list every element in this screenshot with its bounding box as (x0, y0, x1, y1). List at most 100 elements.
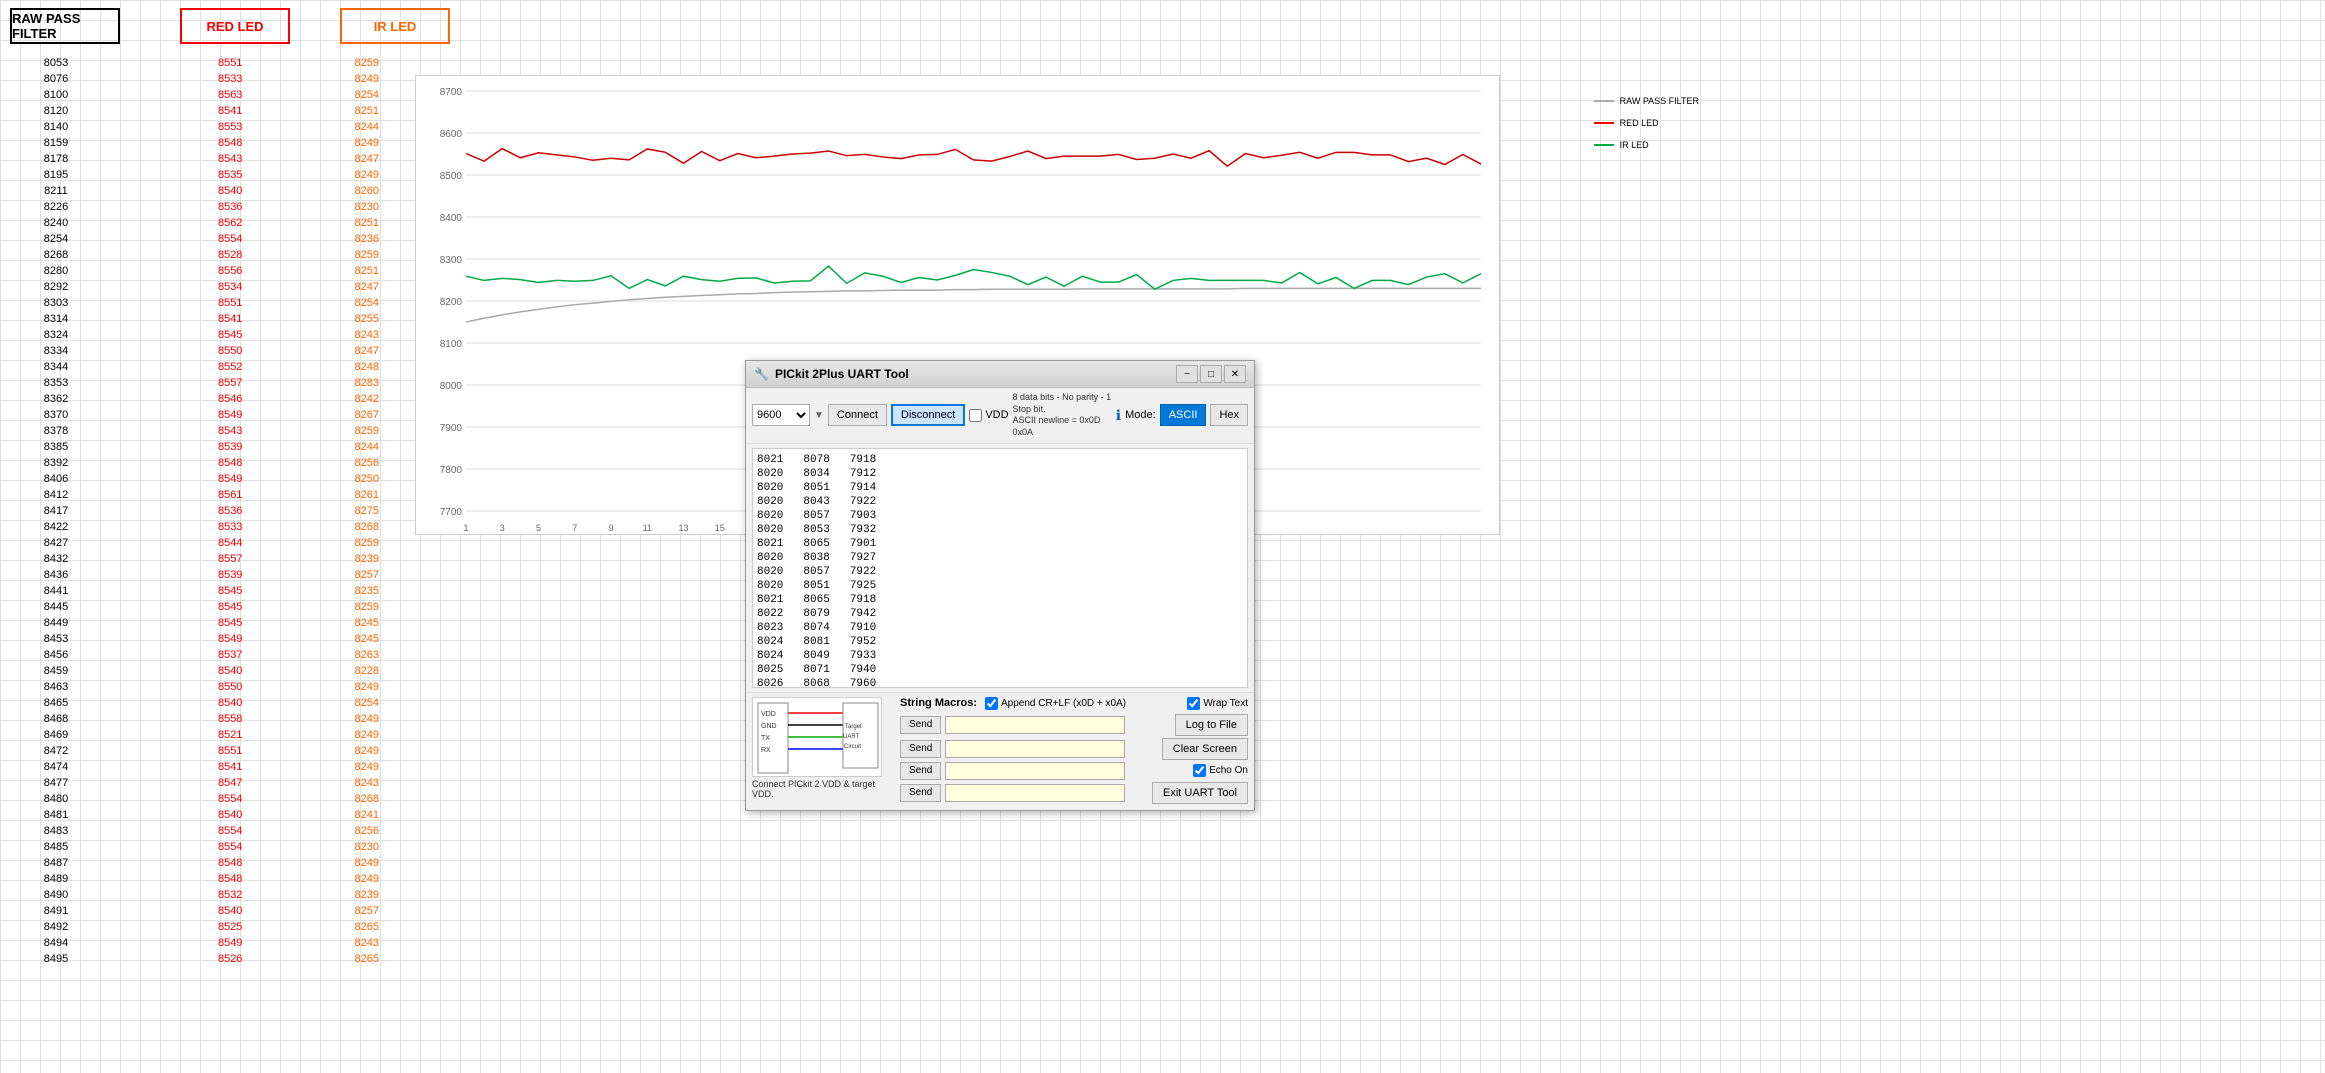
help-icon[interactable]: ℹ (1116, 407, 1121, 424)
list-item: 8537 (167, 647, 294, 663)
list-item: 8551 (167, 295, 294, 311)
list-item: 8020 (757, 481, 783, 495)
list-item: 8469 (0, 727, 112, 743)
svg-text:13: 13 (678, 523, 688, 533)
circuit-svg: VDD GND TX RX Target UART Circuit (753, 698, 883, 778)
svg-text:8600: 8600 (440, 129, 463, 140)
macro-input-1[interactable] (945, 716, 1125, 734)
macro-input-4[interactable] (945, 784, 1125, 802)
append-crlf-label[interactable]: Append CR+LF (x0D + x0A) (985, 697, 1126, 710)
svg-text:3: 3 (500, 523, 505, 533)
svg-text:8700: 8700 (440, 87, 463, 98)
clear-screen-button[interactable]: Clear Screen (1162, 738, 1248, 760)
wrap-text-checkbox[interactable] (1187, 697, 1200, 710)
list-item: 8078 (803, 453, 829, 467)
legend-ir-label: IR LED (1620, 140, 1649, 150)
list-item: 8081 (803, 635, 829, 649)
list-item: 7912 (850, 467, 876, 481)
list-item: 8441 (0, 583, 112, 599)
list-item: 8243 (303, 775, 430, 791)
close-button[interactable]: ✕ (1224, 365, 1246, 383)
connect-button[interactable]: Connect (828, 404, 887, 426)
list-item: 8024 (757, 635, 783, 649)
header-raw-pass-filter: RAW PASS FILTER (10, 8, 120, 44)
list-item: 8021 (757, 453, 783, 467)
list-item: 8268 (303, 791, 430, 807)
table-row: 802080577922 (757, 565, 1243, 579)
list-item: 7933 (850, 649, 876, 663)
list-item: 8558 (167, 711, 294, 727)
list-item: 8249 (303, 167, 430, 183)
dialog-toolbar: 9600 19200 38400 115200 ▼ Connect Discon… (746, 388, 1254, 444)
dialog-titlebar: 🔧 PICkit 2Plus UART Tool − □ ✕ (746, 361, 1254, 388)
dialog-title-text: PICkit 2Plus UART Tool (775, 367, 909, 381)
echo-on-checkbox[interactable] (1193, 764, 1206, 777)
list-item: 8545 (167, 599, 294, 615)
echo-on-text: Echo On (1209, 765, 1248, 776)
list-item: 8548 (167, 135, 294, 151)
list-item: 8540 (167, 903, 294, 919)
list-item: 8547 (167, 775, 294, 791)
baud-rate-select[interactable]: 9600 19200 38400 115200 (752, 404, 810, 426)
mode-label: Mode: (1125, 409, 1156, 421)
maximize-button[interactable]: □ (1200, 365, 1222, 383)
list-item: 8230 (303, 839, 430, 855)
list-item: 8268 (0, 247, 112, 263)
list-item: 8249 (303, 727, 430, 743)
legend-red: RED LED (1594, 118, 1699, 128)
exit-uart-tool-button[interactable]: Exit UART Tool (1152, 782, 1248, 804)
table-row: 802680687960 (757, 677, 1243, 688)
svg-text:7: 7 (572, 523, 577, 533)
list-item: 8249 (303, 135, 430, 151)
list-item: 7914 (850, 481, 876, 495)
append-crlf-checkbox[interactable] (985, 697, 998, 710)
list-item: 8049 (803, 649, 829, 663)
list-item: 8539 (167, 567, 294, 583)
list-item: 8244 (303, 119, 430, 135)
list-item: 7903 (850, 509, 876, 523)
macro-input-2[interactable] (945, 740, 1125, 758)
svg-text:1: 1 (463, 523, 468, 533)
svg-text:15: 15 (715, 523, 725, 533)
echo-on-label[interactable]: Echo On (1193, 764, 1248, 777)
list-item: 8548 (167, 855, 294, 871)
settings-text: 8 data bits - No parity - 1 Stop bit. AS… (1013, 392, 1112, 439)
vdd-label: VDD (985, 409, 1008, 421)
disconnect-button[interactable]: Disconnect (891, 404, 965, 426)
wrap-text-label[interactable]: Wrap Text (1187, 697, 1248, 710)
send-button-2[interactable]: Send (900, 740, 941, 758)
list-item: 8022 (757, 607, 783, 621)
list-item: 8543 (167, 423, 294, 439)
table-row: 802180657918 (757, 593, 1243, 607)
hex-mode-button[interactable]: Hex (1210, 404, 1248, 426)
send-button-4[interactable]: Send (900, 784, 941, 802)
list-item: 8245 (303, 631, 430, 647)
vdd-checkbox-label[interactable]: VDD (969, 409, 1008, 422)
svg-text:8200: 8200 (440, 297, 463, 308)
list-item: 8263 (303, 647, 430, 663)
dialog-controls[interactable]: − □ ✕ (1176, 365, 1246, 383)
header-ir-led: IR LED (340, 8, 450, 44)
list-item: 7925 (850, 579, 876, 593)
minimize-button[interactable]: − (1176, 365, 1198, 383)
list-item: 8244 (303, 439, 430, 455)
list-item: 8540 (167, 183, 294, 199)
send-button-1[interactable]: Send (900, 716, 941, 734)
log-to-file-button[interactable]: Log to File (1175, 714, 1248, 736)
send-button-3[interactable]: Send (900, 762, 941, 780)
baud-dropdown-arrow: ▼ (814, 410, 824, 421)
list-item: 8544 (167, 535, 294, 551)
svg-text:8500: 8500 (440, 171, 463, 182)
list-item: 8254 (303, 295, 430, 311)
list-item: 8534 (167, 279, 294, 295)
list-item: 7922 (850, 495, 876, 509)
macro-input-3[interactable] (945, 762, 1125, 780)
list-item: 8079 (803, 607, 829, 621)
list-item: 8543 (167, 151, 294, 167)
list-item: 8432 (0, 551, 112, 567)
ascii-mode-button[interactable]: ASCII (1160, 404, 1207, 426)
list-item: 8020 (757, 565, 783, 579)
serial-data-area[interactable]: 8021807879188020803479128020805179148020… (752, 448, 1248, 688)
macro-row-1: Send Log to File (900, 714, 1248, 736)
vdd-checkbox[interactable] (969, 409, 982, 422)
